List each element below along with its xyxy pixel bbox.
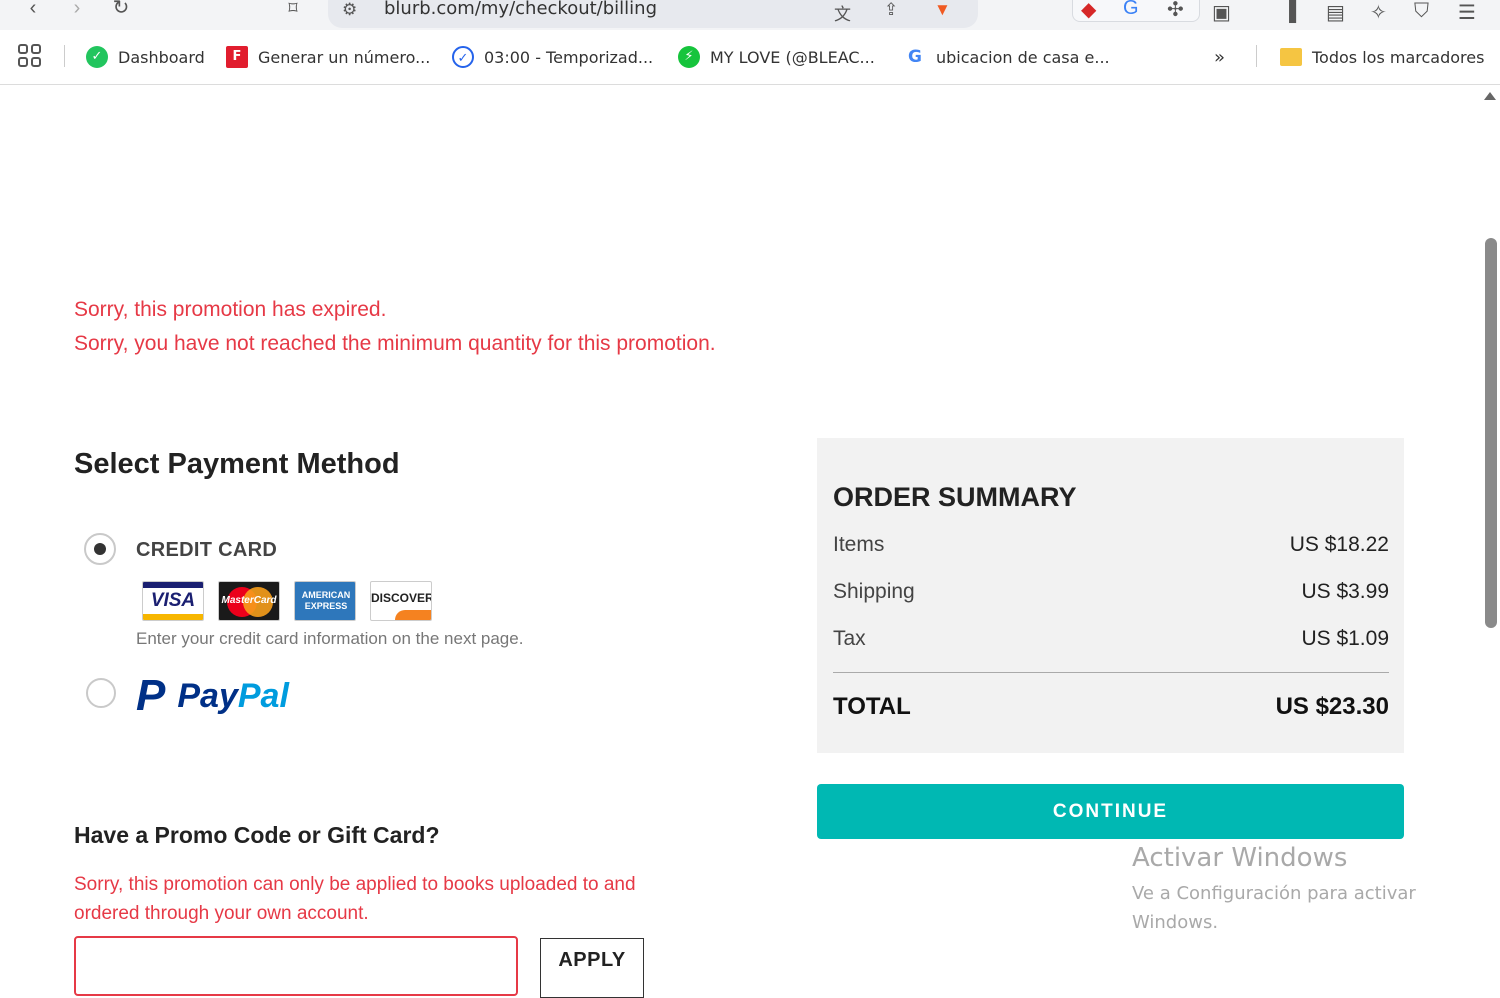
bolt-favicon-icon: ⚡ bbox=[678, 46, 700, 68]
bookmark-temporizador[interactable]: ✓ 03:00 - Temporizad... bbox=[452, 44, 653, 70]
site-settings-icon[interactable]: ⚙ bbox=[342, 0, 357, 20]
bookmark-label: ubicacion de casa e... bbox=[936, 47, 1110, 67]
google-favicon-icon: G bbox=[904, 46, 926, 68]
address-bar[interactable]: ⚙ blurb.com/my/checkout/billing 文 ⇪ ▼ bbox=[328, 0, 978, 28]
wallet-icon[interactable]: ▤ bbox=[1326, 0, 1345, 25]
bookmark-dashboard[interactable]: ✓ Dashboard bbox=[86, 44, 205, 70]
scrollbar-thumb[interactable] bbox=[1485, 238, 1497, 628]
forward-icon[interactable]: › bbox=[64, 0, 90, 22]
reload-icon[interactable]: ↻ bbox=[108, 0, 134, 22]
timer-favicon-icon: ✓ bbox=[452, 46, 474, 68]
paypal-radio[interactable] bbox=[86, 678, 116, 708]
total-label: TOTAL bbox=[833, 693, 911, 720]
visa-logo-icon: VISA bbox=[142, 581, 204, 621]
apps-grid-icon[interactable] bbox=[18, 44, 42, 68]
promo-code-title: Have a Promo Code or Gift Card? bbox=[74, 822, 440, 848]
bookmark-my-love[interactable]: ⚡ MY LOVE (@BLEAC... bbox=[678, 44, 875, 70]
folder-icon bbox=[1280, 48, 1302, 66]
summary-value: US $1.09 bbox=[1301, 627, 1389, 650]
bookmark-folder-label: Todos los marcadores bbox=[1312, 47, 1485, 67]
promo-code-input[interactable] bbox=[74, 936, 518, 996]
extensions-group: ◆ G ✣ bbox=[1072, 0, 1200, 22]
discover-logo-icon: DISCOVER bbox=[370, 581, 432, 621]
extension-icon[interactable]: ◆ bbox=[1081, 0, 1096, 22]
all-bookmarks-folder[interactable]: Todos los marcadores bbox=[1280, 44, 1484, 70]
bookmarks-bar: ✓ Dashboard F Generar un número... ✓ 03:… bbox=[0, 30, 1500, 85]
bookmark-generar[interactable]: F Generar un número... bbox=[226, 44, 430, 70]
screenshot-icon[interactable]: ▣ bbox=[1212, 0, 1231, 25]
brave-shield-icon[interactable]: ▼ bbox=[934, 0, 951, 20]
credit-card-radio[interactable] bbox=[84, 533, 116, 565]
back-icon[interactable]: ‹ bbox=[20, 0, 46, 22]
browser-toolbar: ‹ › ↻ ⌑ ⚙ blurb.com/my/checkout/billing … bbox=[0, 0, 1500, 30]
paypal-logo[interactable]: P Pay Pal bbox=[136, 672, 289, 720]
promo-error: Sorry, this promotion can only be applie… bbox=[74, 874, 636, 924]
credit-card-label[interactable]: CREDIT CARD bbox=[136, 539, 277, 562]
summary-row-tax: Tax US $1.09 bbox=[833, 627, 1389, 651]
continue-button[interactable]: CONTINUE bbox=[817, 784, 1404, 839]
bookmark-label: MY LOVE (@BLEAC... bbox=[710, 47, 875, 67]
url-text[interactable]: blurb.com/my/checkout/billing bbox=[384, 0, 657, 19]
bookmark-label: Dashboard bbox=[118, 47, 205, 67]
summary-value: US $18.22 bbox=[1289, 533, 1389, 556]
vpn-icon[interactable]: ⛉ bbox=[1414, 0, 1429, 23]
share-icon[interactable]: ⇪ bbox=[884, 0, 898, 20]
order-summary-panel: ORDER SUMMARY Items US $18.22 Shipping U… bbox=[817, 438, 1404, 753]
leo-ai-icon[interactable]: ✧ bbox=[1370, 0, 1387, 25]
promo-expired-alert: Sorry, this promotion has expired. bbox=[74, 298, 387, 321]
bookmarks-divider bbox=[64, 45, 65, 67]
bookmark-icon[interactable]: ⌑ bbox=[280, 0, 306, 22]
payment-method-title: Select Payment Method bbox=[74, 448, 400, 480]
min-quantity-alert: Sorry, you have not reached the minimum … bbox=[74, 332, 716, 355]
bookmarks-divider bbox=[1256, 45, 1257, 67]
bookmark-label: Generar un número... bbox=[258, 47, 431, 67]
summary-label: Tax bbox=[833, 627, 866, 650]
more-bookmarks-icon[interactable]: » bbox=[1214, 44, 1225, 70]
summary-value: US $3.99 bbox=[1301, 580, 1389, 603]
summary-divider bbox=[833, 672, 1389, 673]
summary-row-shipping: Shipping US $3.99 bbox=[833, 580, 1389, 604]
google-translate-icon[interactable]: G bbox=[1123, 0, 1139, 20]
scroll-up-arrow-icon[interactable] bbox=[1484, 92, 1496, 100]
f-favicon-icon: F bbox=[226, 46, 248, 68]
menu-icon[interactable]: ☰ bbox=[1458, 0, 1476, 25]
total-value: US $23.30 bbox=[1275, 693, 1389, 720]
windows-activation-watermark: Activar Windows Ve a Configuración para … bbox=[1132, 843, 1452, 937]
puzzle-icon[interactable]: ✣ bbox=[1167, 0, 1184, 22]
sidebar-icon[interactable]: ▐ bbox=[1282, 0, 1296, 23]
credit-card-note: Enter your credit card information on th… bbox=[136, 629, 524, 648]
summary-label: Items bbox=[833, 533, 885, 556]
watermark-title: Activar Windows bbox=[1132, 843, 1348, 873]
summary-label: Shipping bbox=[833, 580, 915, 603]
mastercard-logo-icon: MasterCard bbox=[218, 581, 280, 621]
amex-logo-icon: AMERICAN EXPRESS bbox=[294, 581, 356, 621]
watermark-subtitle: Ve a Configuración para activar Windows. bbox=[1132, 883, 1416, 933]
summary-row-items: Items US $18.22 bbox=[833, 533, 1389, 557]
order-summary-title: ORDER SUMMARY bbox=[833, 482, 1077, 512]
translate-icon[interactable]: 文 bbox=[834, 0, 851, 25]
apply-button[interactable]: APPLY bbox=[540, 938, 644, 998]
summary-total: TOTAL US $23.30 bbox=[833, 693, 1389, 721]
paypal-p-icon: P bbox=[136, 671, 166, 720]
dashboard-favicon-icon: ✓ bbox=[86, 46, 108, 68]
bookmark-ubicacion[interactable]: G ubicacion de casa e... bbox=[904, 44, 1110, 70]
bookmark-label: 03:00 - Temporizad... bbox=[484, 47, 654, 67]
